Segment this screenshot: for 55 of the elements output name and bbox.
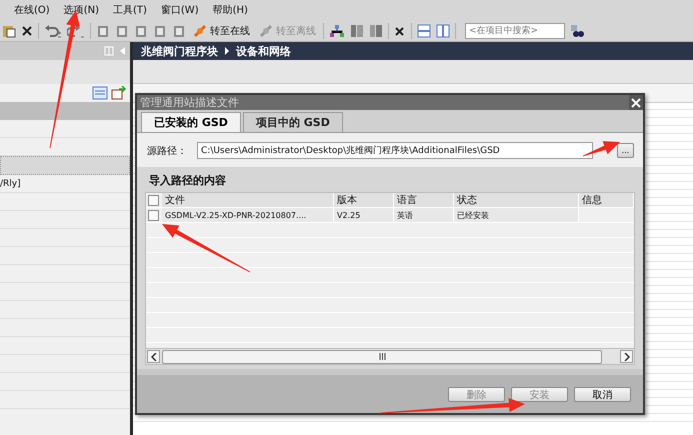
network-icon[interactable]	[329, 24, 345, 38]
menu-item[interactable]: 工具(T)	[106, 1, 153, 19]
column-header[interactable]: 文件	[162, 193, 334, 208]
checkbox[interactable]	[148, 210, 159, 221]
chevron-left-icon	[150, 352, 156, 360]
section-title: 导入路径的内容	[148, 173, 227, 189]
plug-icon	[193, 24, 207, 38]
column-header[interactable]: 语言	[394, 193, 454, 208]
breadcrumb-item[interactable]: 兆维阀门程序块	[141, 44, 218, 58]
table-cell: V2.25	[334, 208, 394, 223]
table-export-icon[interactable]	[111, 86, 127, 100]
selected-row[interactable]	[0, 156, 130, 175]
table-cell: 英语	[394, 208, 454, 223]
close-button[interactable]	[629, 95, 643, 110]
tab[interactable]: 项目中的 GSD	[242, 112, 343, 132]
scroll-left-button[interactable]	[147, 350, 160, 363]
table-view-icon[interactable]	[92, 86, 108, 100]
menu-item[interactable]: 帮助(H)	[206, 1, 254, 19]
undo-icon[interactable]	[44, 24, 62, 38]
scrollbar-thumb[interactable]	[162, 350, 602, 364]
column-header[interactable]: 版本	[334, 193, 394, 208]
plug-icon	[259, 24, 273, 38]
cross-icon[interactable]	[394, 24, 406, 36]
go-online-button[interactable]: 转至在线	[191, 22, 252, 38]
split-icon[interactable]	[369, 24, 383, 38]
search-field[interactable]: <在项目中搜索>	[465, 22, 565, 38]
close-icon	[631, 98, 641, 108]
path-field[interactable]: C:\Users\Administrator\Desktop\兆维阀门程序块\AdditionalFiles\GSD	[197, 142, 593, 159]
menu-item[interactable]: 选项(N)	[58, 1, 105, 19]
field-label: 源路径：	[147, 144, 187, 158]
column-header[interactable]: 状态	[454, 193, 579, 208]
vertical-split-icon[interactable]	[436, 24, 450, 38]
checkbox[interactable]	[148, 195, 159, 206]
table-cell: 已经安装	[454, 208, 579, 223]
dialog-button[interactable]: 取消	[574, 386, 631, 402]
chevron-right-icon	[624, 352, 630, 360]
clipboard-icon[interactable]	[2, 24, 16, 38]
delete-icon[interactable]	[21, 24, 33, 36]
scroll-right-button[interactable]	[620, 350, 633, 363]
menu-item[interactable]: 窗口(W)	[154, 1, 205, 19]
table-cell: GSDML-V2.25-XD-PNR-20210807....	[162, 208, 334, 223]
binoculars-icon[interactable]	[570, 24, 584, 38]
row-text: /Rly]	[0, 178, 21, 188]
browse-button[interactable]: ...	[617, 143, 634, 158]
redo-icon[interactable]	[67, 24, 85, 38]
grip-icon	[378, 353, 386, 360]
tab[interactable]: 已安装的 GSD	[141, 112, 241, 132]
dialog-title: 管理通用站描述文件	[140, 95, 239, 110]
horizontal-split-icon[interactable]	[417, 24, 431, 38]
chevron-right-icon	[224, 47, 230, 55]
split-icon[interactable]	[350, 24, 364, 38]
annotation-arrow	[582, 141, 620, 156]
menu-item[interactable]: 在线(O)	[8, 1, 56, 19]
column-header[interactable]: 信息	[579, 193, 634, 208]
breadcrumb-item[interactable]: 设备和网络	[236, 44, 291, 58]
